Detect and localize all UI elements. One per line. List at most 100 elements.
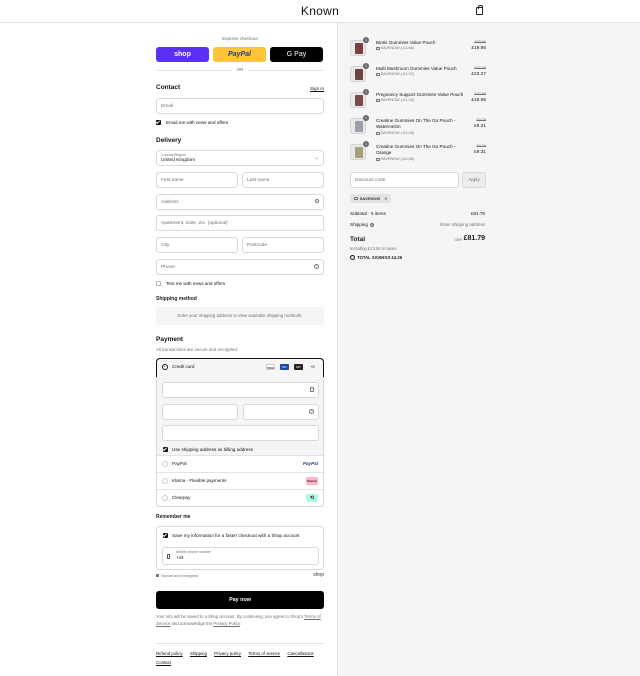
address-input[interactable]: Address — [156, 194, 324, 210]
help-icon[interactable]: ? — [309, 409, 314, 414]
subtotal-label: Subtotal · 5 items — [350, 211, 386, 216]
apartment-placeholder: Apartment, suite, etc. (optional) — [161, 221, 228, 226]
email-input[interactable]: Email — [156, 98, 324, 114]
apply-discount-button[interactable]: Apply — [462, 172, 486, 188]
product-original-price: £20.99 — [474, 92, 486, 96]
cart-bag-icon[interactable] — [476, 5, 483, 15]
remember-box: Save my information for a faster checkou… — [156, 526, 324, 570]
refund-policy-link[interactable]: Refund policy — [156, 651, 183, 656]
footer-links: Refund policy Shipping Privacy policy Te… — [156, 649, 324, 667]
save-info-label: Save my information for a faster checkou… — [172, 533, 300, 538]
country-select[interactable]: Country/Region United Kingdom ⌄ — [156, 150, 324, 166]
product-discount: SAVENOW (-£1.22) — [376, 72, 414, 76]
quantity-badge: 1 — [363, 63, 369, 69]
product-price: £9.31 — [473, 124, 486, 129]
total-value: £81.79 — [463, 235, 485, 242]
product-discount: SAVENOW (-£1.66) — [376, 46, 414, 50]
currency-code: GBP — [454, 238, 462, 242]
text-offers-checkbox[interactable] — [156, 281, 161, 286]
cart-item: 1 Creatine Gummies On The Go Pouch - Wate… — [350, 115, 486, 140]
first-name-input[interactable]: First name — [156, 172, 238, 188]
paypal-label: PayPal — [172, 461, 187, 466]
shipping-method-message: Enter your shipping address to view avai… — [156, 307, 324, 325]
security-code-input[interactable]: ? — [243, 404, 319, 420]
save-info-checkbox[interactable] — [163, 533, 168, 538]
klarna-label: Klarna - Flexible payments — [172, 478, 227, 483]
discount-code-input[interactable]: Discount code — [350, 172, 459, 188]
shipping-label: Shipping ? — [350, 222, 375, 227]
legal-and: and acknowledge the — [171, 620, 213, 626]
paypal-express-button[interactable]: PayPal — [213, 47, 266, 62]
shop-pay-button[interactable]: shop — [156, 47, 209, 62]
product-discount: SAVENOW (-£0.48) — [376, 131, 414, 135]
sign-in-link[interactable]: Sign in — [310, 86, 324, 91]
tag-icon — [376, 98, 380, 102]
card-number-input[interactable] — [162, 382, 319, 398]
phone-input[interactable]: Phone ? — [156, 259, 324, 275]
tag-icon — [376, 46, 380, 50]
paypal-radio[interactable] — [162, 461, 168, 467]
postcode-input[interactable]: Postcode — [242, 237, 324, 253]
mobile-icon — [167, 554, 170, 559]
mastercard-icon: MC — [294, 364, 303, 370]
credit-card-radio[interactable] — [162, 364, 168, 370]
news-checkbox[interactable] — [156, 120, 161, 125]
lock-icon — [156, 574, 159, 577]
product-pouch-image — [355, 95, 363, 106]
billing-same-checkbox[interactable] — [163, 447, 168, 452]
discount-placeholder: Discount code — [355, 178, 386, 183]
mobile-phone-input[interactable]: Mobile phone number +44 — [162, 547, 319, 565]
credit-card-option[interactable]: Credit card VISA MC MC +5 — [156, 358, 324, 377]
apartment-input[interactable]: Apartment, suite, etc. (optional) — [156, 215, 324, 231]
remember-heading: Remember me — [156, 514, 191, 520]
product-discount-text: SAVENOW (-£1.04) — [380, 98, 414, 102]
total-label: Total — [350, 236, 366, 243]
cart-item: 1 Multi Mushroom Gummies Value Pouch SAVEN… — [350, 63, 486, 88]
pay-now-button[interactable]: Pay now — [156, 591, 324, 609]
mobile-value: +44 — [176, 555, 184, 560]
contact-link[interactable]: Contact — [156, 660, 171, 665]
legal-intro: Your info will be saved to a Shop accoun… — [156, 614, 304, 619]
shipping-link[interactable]: Shipping — [190, 651, 207, 656]
card-fields: ? Use shipping address as billing addres… — [157, 376, 323, 455]
subtotal-value: £81.79 — [470, 211, 485, 216]
payment-subtitle: All transactions are secure and encrypte… — [156, 347, 239, 352]
first-name-placeholder: First name — [161, 178, 184, 183]
product-pouch-image — [355, 121, 363, 132]
klarna-radio[interactable] — [162, 478, 168, 484]
product-discount: SAVENOW (-£1.04) — [376, 98, 414, 102]
shipping-label-text: Shipping — [350, 222, 368, 227]
discount-tag-code: SAVENOW — [359, 196, 380, 201]
shop-privacy-link[interactable]: Privacy Policy — [213, 621, 239, 626]
text-offers-label: Text me with news and offers — [166, 281, 226, 286]
express-checkout-label: Express checkout — [222, 36, 258, 41]
remove-discount-icon[interactable]: ✕ — [384, 196, 387, 201]
or-text: OR — [236, 67, 244, 72]
last-name-input[interactable]: Last name — [242, 172, 324, 188]
expiry-input[interactable] — [162, 404, 238, 420]
product-discount: SAVENOW (-£0.48) — [376, 157, 414, 161]
tag-icon — [376, 72, 380, 76]
klarna-option[interactable]: Klarna - Flexible payments Klarna — [157, 472, 323, 489]
product-name: Creatine Gummies On The Go Pouch - Water… — [376, 118, 456, 129]
pay-now-label: Pay now — [229, 597, 251, 603]
product-original-price: £9.79 — [476, 144, 486, 148]
clearpay-option[interactable]: Clearpay ⟲ — [157, 489, 323, 506]
city-input[interactable]: City — [156, 237, 238, 253]
terms-of-service-link[interactable]: Terms of service — [248, 651, 280, 656]
savings-label: TOTAL SAVINGS — [357, 255, 391, 260]
info-icon[interactable]: ? — [370, 223, 375, 227]
paypal-option[interactable]: PayPal PayPal — [157, 455, 323, 472]
google-pay-button[interactable]: G Pay — [270, 47, 323, 62]
privacy-policy-link[interactable]: Privacy policy — [214, 651, 241, 656]
clearpay-radio[interactable] — [162, 495, 168, 501]
tag-icon — [354, 197, 358, 201]
store-logo[interactable]: Known — [0, 4, 640, 18]
name-on-card-input[interactable] — [162, 425, 319, 441]
product-name: Creatine Gummies On The Go Pouch - Orang… — [376, 144, 456, 155]
product-discount-text: SAVENOW (-£0.48) — [380, 157, 414, 161]
cancellations-link[interactable]: Cancellations — [287, 651, 313, 656]
email-placeholder: Email — [161, 104, 173, 109]
help-icon[interactable]: ? — [314, 264, 319, 269]
news-label: Email me with news and offers — [166, 120, 229, 125]
